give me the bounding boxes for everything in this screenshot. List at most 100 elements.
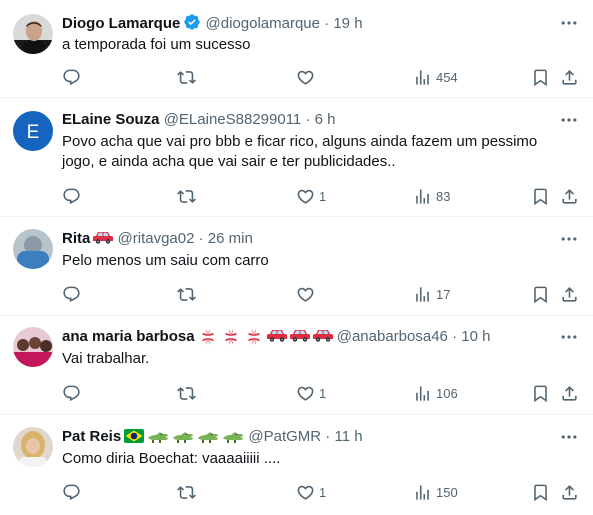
views-chart-icon xyxy=(413,285,432,304)
timestamp[interactable]: 26 min xyxy=(208,230,253,247)
retweet-button[interactable] xyxy=(177,482,200,502)
display-name[interactable]: Pat Reis xyxy=(62,428,121,445)
avatar[interactable] xyxy=(13,427,53,467)
more-options-icon[interactable] xyxy=(559,327,579,347)
like-button[interactable]: 1 xyxy=(296,383,326,403)
bookmark-button[interactable] xyxy=(531,186,550,206)
display-name[interactable]: ELaine Souza xyxy=(62,111,160,128)
reply-icon xyxy=(62,285,81,304)
tweet[interactable]: Diogo Lamarque @diogolamarque · 19 h a t… xyxy=(0,0,593,98)
views-button[interactable]: 83 xyxy=(413,186,450,206)
more-options-icon[interactable] xyxy=(559,229,579,249)
tweet-text: Pelo menos um saiu com carro xyxy=(62,252,269,269)
heart-icon xyxy=(296,285,315,304)
tweet-actions: 1 83 xyxy=(56,186,583,206)
view-count: 83 xyxy=(436,188,451,204)
reply-button[interactable] xyxy=(62,67,85,87)
share-icon xyxy=(560,384,579,403)
bookmark-button[interactable] xyxy=(531,482,550,502)
brazil-flag-icon xyxy=(124,429,144,449)
separator-dot: · xyxy=(198,230,204,247)
avatar[interactable]: E xyxy=(13,111,53,151)
share-button[interactable] xyxy=(560,186,579,206)
red-car-icon xyxy=(290,327,310,349)
retweet-icon xyxy=(177,483,196,502)
more-options-icon[interactable] xyxy=(559,13,579,33)
retweet-button[interactable] xyxy=(177,284,200,304)
avatar[interactable] xyxy=(13,14,53,54)
tweet-actions: 1 150 xyxy=(56,482,583,502)
bookmark-button[interactable] xyxy=(531,284,550,304)
like-button[interactable] xyxy=(296,67,319,87)
timestamp[interactable]: 11 h xyxy=(334,428,362,445)
like-button[interactable]: 1 xyxy=(296,186,326,206)
separator-dot: · xyxy=(325,428,331,445)
tweet-header: ELaine Souza @ELaineS88299011 · 6 h xyxy=(62,110,533,130)
tweet[interactable]: E ELaine Souza @ELaineS88299011 · 6 h Po… xyxy=(0,98,593,217)
avatar[interactable] xyxy=(13,229,53,269)
views-button[interactable]: 17 xyxy=(413,284,450,304)
retweet-button[interactable] xyxy=(177,67,200,87)
crocodile-icon xyxy=(197,429,219,449)
timestamp[interactable]: 6 h xyxy=(315,111,336,128)
crocodile-icon xyxy=(222,429,244,449)
timestamp[interactable]: 19 h xyxy=(333,15,362,32)
handle[interactable]: @PatGMR xyxy=(248,428,321,445)
retweet-icon xyxy=(177,187,196,206)
views-button[interactable]: 106 xyxy=(413,383,458,403)
reply-icon xyxy=(62,483,81,502)
red-car-icon xyxy=(93,229,113,251)
share-button[interactable] xyxy=(560,284,579,304)
views-chart-icon xyxy=(413,483,432,502)
more-options-icon[interactable] xyxy=(559,110,579,130)
display-name[interactable]: ana maria barbosa xyxy=(62,328,195,345)
red-car-icon xyxy=(313,327,333,349)
tweet-actions: 17 xyxy=(56,284,583,304)
bookmark-button[interactable] xyxy=(531,383,550,403)
bookmark-icon xyxy=(531,483,550,502)
handle[interactable]: @anabarbosa46 xyxy=(337,328,448,345)
heart-icon xyxy=(296,68,315,87)
tweet[interactable]: Rita @ritavga02 · 26 min Pelo menos um s… xyxy=(0,217,593,316)
bookmark-button[interactable] xyxy=(531,67,550,87)
tweet[interactable]: ana maria barbosa @anabarbosa46 · 10 h V… xyxy=(0,316,593,415)
share-button[interactable] xyxy=(560,383,579,403)
display-name[interactable]: Rita xyxy=(62,230,90,247)
display-name[interactable]: Diogo Lamarque xyxy=(62,15,180,32)
tweet-header: Pat Reis @PatGMR · 11 h xyxy=(62,427,533,449)
separator-dot: · xyxy=(305,111,311,128)
tweet-header: ana maria barbosa @anabarbosa46 · 10 h xyxy=(62,327,533,349)
retweet-icon xyxy=(177,68,196,87)
bookmark-icon xyxy=(531,384,550,403)
verified-badge-icon xyxy=(183,13,201,37)
tweet[interactable]: Pat Reis @PatGMR · 11 h Como diria Boech… xyxy=(0,415,593,515)
views-chart-icon xyxy=(413,187,432,206)
reply-button[interactable] xyxy=(62,284,85,304)
retweet-button[interactable] xyxy=(177,383,200,403)
timestamp[interactable]: 10 h xyxy=(461,328,490,345)
separator-dot: · xyxy=(452,328,458,345)
like-count: 1 xyxy=(319,484,327,500)
handle[interactable]: @diogolamarque xyxy=(206,15,320,32)
view-count: 454 xyxy=(436,69,458,85)
more-options-icon[interactable] xyxy=(559,427,579,447)
reply-button[interactable] xyxy=(62,383,85,403)
avatar[interactable] xyxy=(13,327,53,367)
share-button[interactable] xyxy=(560,482,579,502)
share-button[interactable] xyxy=(560,67,579,87)
view-count: 17 xyxy=(436,286,451,302)
like-button[interactable] xyxy=(296,284,319,304)
bookmark-icon xyxy=(531,187,550,206)
reply-icon xyxy=(62,384,81,403)
reply-button[interactable] xyxy=(62,186,85,206)
retweet-icon xyxy=(177,384,196,403)
heart-icon xyxy=(296,187,315,206)
reply-button[interactable] xyxy=(62,482,85,502)
retweet-button[interactable] xyxy=(177,186,200,206)
tweet-header: Rita @ritavga02 · 26 min xyxy=(62,229,533,251)
views-button[interactable]: 150 xyxy=(413,482,458,502)
handle[interactable]: @ritavga02 xyxy=(118,230,195,247)
handle[interactable]: @ELaineS88299011 xyxy=(164,111,302,128)
like-button[interactable]: 1 xyxy=(296,482,326,502)
views-button[interactable]: 454 xyxy=(413,67,458,87)
